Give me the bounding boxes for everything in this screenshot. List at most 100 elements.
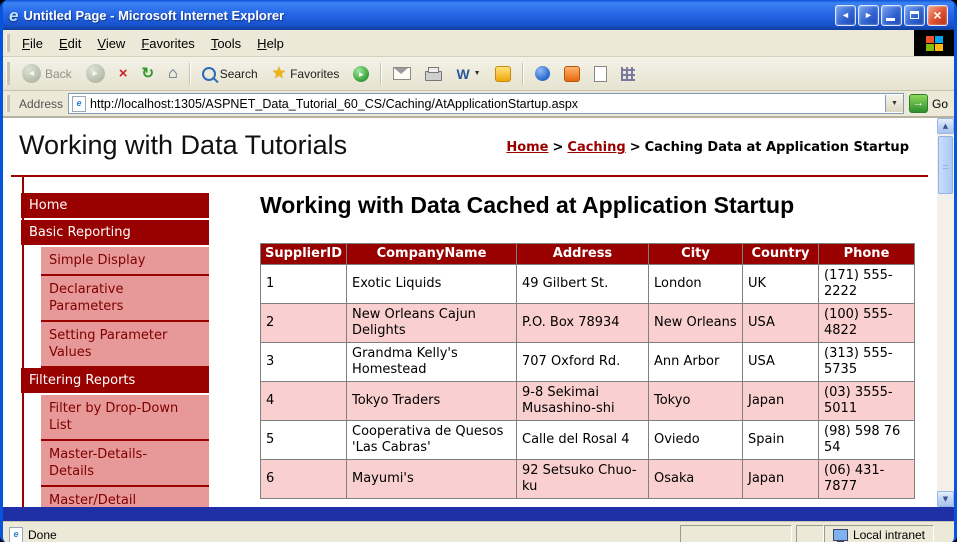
sidebar-item-simple-display[interactable]: Simple Display xyxy=(41,247,209,276)
table-cell: Ann Arbor xyxy=(649,343,743,382)
table-header-row: SupplierID CompanyName Address City Coun… xyxy=(261,244,915,265)
address-field[interactable]: e ▼ xyxy=(68,93,904,114)
addon-blue-icon xyxy=(535,66,550,81)
sidebar-nav: Home Basic Reporting Simple Display Decl… xyxy=(21,193,209,507)
table-cell: USA xyxy=(743,343,819,382)
window-bottom-border xyxy=(3,507,954,521)
column-header-country: Country xyxy=(743,244,819,265)
sidebar-item-filtering-reports[interactable]: Filtering Reports xyxy=(21,368,209,393)
table-cell: 9-8 Sekimai Musashino-shi xyxy=(517,382,649,421)
menu-edit[interactable]: Edit xyxy=(51,32,89,55)
forward-button[interactable]: ► xyxy=(80,61,111,86)
maximize-button[interactable] xyxy=(904,5,925,26)
breadcrumb-home-link[interactable]: Home xyxy=(506,140,548,155)
addressbar-grip[interactable] xyxy=(6,95,10,113)
scroll-down-button[interactable]: ▼ xyxy=(937,491,954,507)
table-cell: Calle del Rosal 4 xyxy=(517,421,649,460)
media-button[interactable]: ▸ xyxy=(347,63,375,85)
table-cell: 6 xyxy=(261,460,347,499)
messenger-button[interactable] xyxy=(489,63,517,85)
toolbar-grip[interactable] xyxy=(6,62,10,85)
breadcrumb-caching-link[interactable]: Caching xyxy=(567,140,625,155)
breadcrumb-separator: > xyxy=(626,140,645,155)
home-button[interactable]: ⌂ xyxy=(162,63,184,85)
search-icon xyxy=(202,67,216,81)
windows-brand-logo xyxy=(914,30,954,56)
print-button[interactable] xyxy=(419,63,448,84)
sidebar-item-declarative-parameters[interactable]: Declarative Parameters xyxy=(41,276,209,322)
refresh-button[interactable]: ↻ xyxy=(135,63,160,85)
table-cell: Osaka xyxy=(649,460,743,499)
minimize-icon xyxy=(886,18,895,21)
sidebar-item-home[interactable]: Home xyxy=(21,193,209,218)
back-button[interactable]: ◄ Back xyxy=(16,61,78,86)
scroll-up-button[interactable]: ▲ xyxy=(937,118,954,134)
sidebar-item-master-details-details[interactable]: Master-Details-Details xyxy=(41,441,209,487)
title-bar[interactable]: e Untitled Page - Microsoft Internet Exp… xyxy=(3,0,954,30)
back-icon: ◄ xyxy=(22,64,41,83)
address-dropdown-button[interactable]: ▼ xyxy=(885,95,903,112)
close-button[interactable]: × xyxy=(927,5,948,26)
page-viewport: Working with Data Tutorials Home>Caching… xyxy=(3,118,954,507)
window-extra-left-icon: ◄ xyxy=(841,10,850,20)
sidebar-item-setting-parameter-values[interactable]: Setting Parameter Values xyxy=(41,322,209,368)
close-icon: × xyxy=(933,7,941,23)
table-cell: Japan xyxy=(743,460,819,499)
window-extra-left-button[interactable]: ◄ xyxy=(835,5,856,26)
minimize-button[interactable] xyxy=(881,5,902,26)
ie-icon: e xyxy=(9,7,18,24)
table-cell: Cooperativa de Quesos 'Las Cabras' xyxy=(347,421,517,460)
local-intranet-icon xyxy=(833,529,848,541)
menu-file[interactable]: File xyxy=(14,32,51,55)
addon-button-2[interactable] xyxy=(558,63,586,85)
printer-icon xyxy=(425,71,442,81)
go-label: Go xyxy=(932,97,948,111)
breadcrumb-separator: > xyxy=(549,140,568,155)
search-button[interactable]: Search xyxy=(196,64,264,84)
address-dropdown-icon: ▼ xyxy=(891,100,898,107)
sidebar-item-master-detail-across[interactable]: Master/Detail Across xyxy=(41,487,209,507)
table-cell: Mayumi's xyxy=(347,460,517,499)
addon-button-4[interactable] xyxy=(615,64,641,84)
header-divider xyxy=(11,175,928,177)
edit-button[interactable]: W ▼ xyxy=(450,63,486,85)
mail-button[interactable] xyxy=(387,64,417,83)
addon-button-3[interactable] xyxy=(588,63,613,85)
toolbar: ◄ Back ► × ↻ ⌂ Search ★ Favorites ▸ xyxy=(3,57,954,91)
menu-help[interactable]: Help xyxy=(249,32,292,55)
window-extra-right-button[interactable]: ► xyxy=(858,5,879,26)
security-zone-label: Local intranet xyxy=(853,528,925,542)
addon-document-icon xyxy=(594,66,607,82)
table-cell: 707 Oxford Rd. xyxy=(517,343,649,382)
column-header-city: City xyxy=(649,244,743,265)
column-header-address: Address xyxy=(517,244,649,265)
menu-favorites[interactable]: Favorites xyxy=(133,32,202,55)
table-row: 6 Mayumi's 92 Setsuko Chuo-ku Osaka Japa… xyxy=(261,460,915,499)
go-icon: → xyxy=(909,94,928,113)
column-header-company-name: CompanyName xyxy=(347,244,517,265)
page-icon: e xyxy=(72,96,86,112)
menubar-grip[interactable] xyxy=(6,34,10,52)
sidebar-item-filter-by-dropdown-list[interactable]: Filter by Drop-Down List xyxy=(41,395,209,441)
menu-view[interactable]: View xyxy=(89,32,133,55)
sidebar-item-basic-reporting[interactable]: Basic Reporting xyxy=(21,220,209,245)
status-left: e Done xyxy=(9,527,676,542)
toolbar-separator xyxy=(380,63,382,85)
messenger-icon xyxy=(495,66,511,82)
go-button[interactable]: → Go xyxy=(909,94,948,113)
address-input[interactable] xyxy=(90,97,881,111)
table-cell: Tokyo xyxy=(649,382,743,421)
stop-button[interactable]: × xyxy=(113,63,134,85)
addon-orange-icon xyxy=(564,66,580,82)
favorites-button[interactable]: ★ Favorites xyxy=(266,63,346,85)
site-title: Working with Data Tutorials xyxy=(19,130,347,161)
table-cell: 49 Gilbert St. xyxy=(517,265,649,304)
vertical-scrollbar[interactable]: ▲ ▼ xyxy=(937,118,954,507)
table-cell: 5 xyxy=(261,421,347,460)
menu-tools[interactable]: Tools xyxy=(203,32,249,55)
stop-icon: × xyxy=(119,66,128,82)
scrollbar-thumb[interactable] xyxy=(938,136,953,194)
windows-flag-icon xyxy=(926,36,943,51)
edit-dropdown-icon: ▼ xyxy=(474,70,481,77)
addon-button-1[interactable] xyxy=(529,63,556,84)
